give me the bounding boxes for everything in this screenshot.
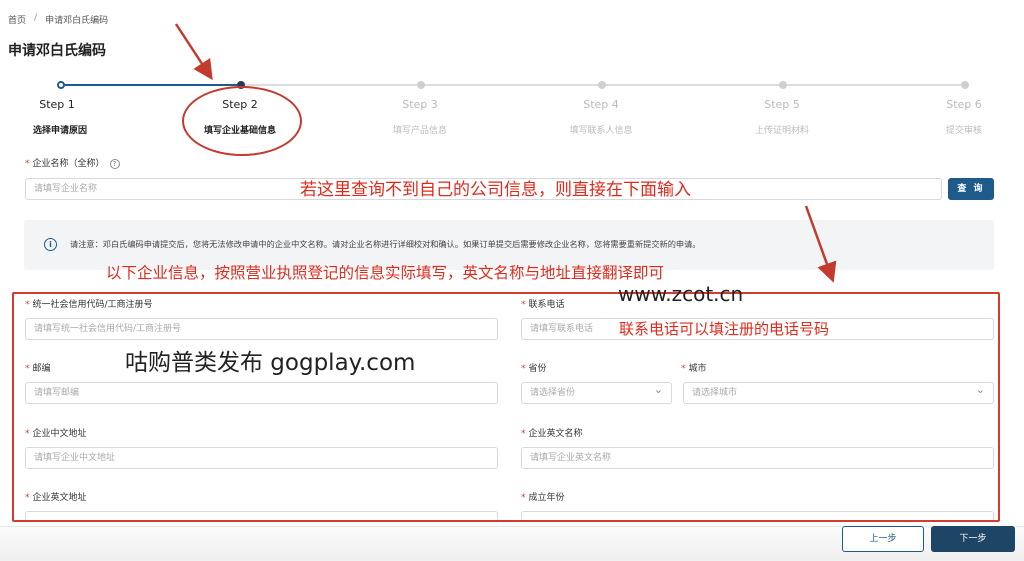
help-icon[interactable]: ? (109, 158, 120, 169)
breadcrumb-home[interactable]: 首页 (8, 13, 26, 26)
page: 首页 / 申请邓白氏编码 申请邓白氏编码 Step 1 Step 2 Step … (0, 0, 1024, 561)
step-1-desc: 选择申请原因 (32, 126, 87, 136)
step-6-title: Step 6 (946, 98, 982, 111)
prev-button[interactable]: 上一步 (842, 526, 924, 552)
info-icon: i (44, 238, 57, 251)
annotation-box (12, 292, 1000, 522)
step-connector-1 (64, 84, 237, 86)
stepper: Step 1 Step 2 Step 3 Step 4 Step 5 Step … (0, 78, 1024, 138)
step-3-dot (417, 81, 425, 89)
arrow-to-step2 (174, 23, 213, 81)
step-1-dot (57, 81, 65, 89)
watermark-publisher: 咕购普类发布 gogplay.com (125, 350, 416, 376)
step-6-desc: 提交审核 (945, 126, 982, 136)
annotation-search-hint: 若这里查询不到自己的公司信息，则直接在下面输入 (300, 180, 691, 200)
breadcrumb-current: 申请邓白氏编码 (45, 16, 109, 26)
step-1-title: Step 1 (39, 98, 75, 111)
page-title: 申请邓白氏编码 (8, 43, 106, 59)
step-6-dot (961, 81, 969, 89)
company-name-label: * 企业名称（全称）? (25, 156, 120, 169)
next-button[interactable]: 下一步 (931, 526, 1015, 552)
step-5-desc: 上传证明材料 (754, 126, 809, 136)
watermark-site: www.zcot.cn (618, 282, 744, 306)
step-3-desc: 填写产品信息 (392, 126, 447, 136)
breadcrumb: 首页 / 申请邓白氏编码 (8, 13, 108, 26)
step-5-dot (779, 81, 787, 89)
annotation-ellipse (182, 86, 302, 156)
search-button[interactable]: 查 询 (948, 178, 994, 200)
step-3-title: Step 3 (402, 98, 438, 111)
annotation-fill-hint: 以下企业信息，按照营业执照登记的信息实际填写，英文名称与地址直接翻译即可 (106, 264, 665, 282)
step-5-title: Step 5 (764, 98, 800, 111)
step-4-dot (598, 81, 606, 89)
notice-text: 请注意：邓白氏编码申请提交后，您将无法修改申请中的企业中文名称。请对企业名称进行… (70, 239, 701, 249)
breadcrumb-separator: / (34, 13, 38, 23)
step-4-title: Step 4 (583, 98, 619, 111)
annotation-phone-hint: 联系电话可以填注册的电话号码 (619, 320, 830, 338)
step-4-desc: 填写联系人信息 (569, 126, 633, 136)
